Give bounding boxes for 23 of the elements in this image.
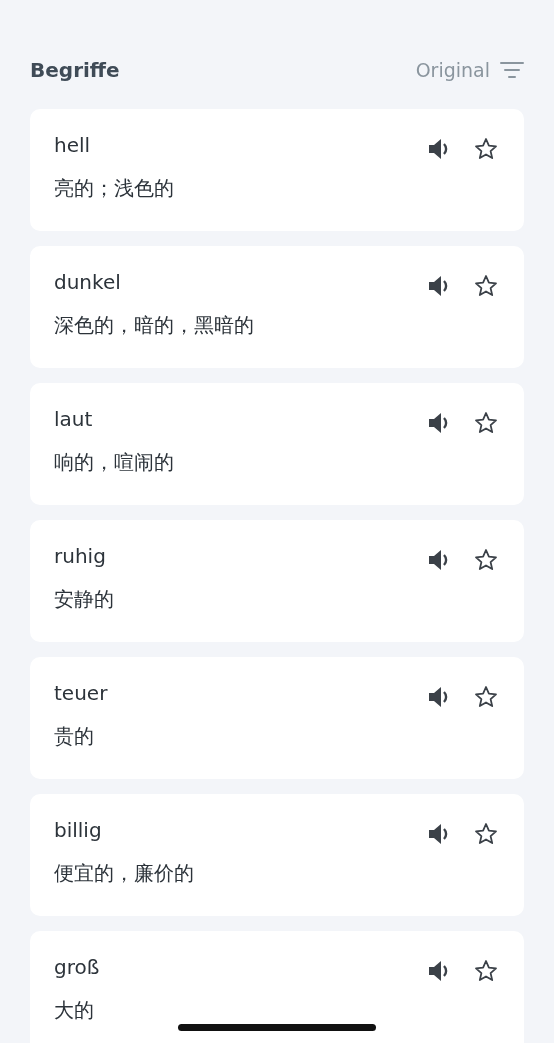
term-word: groß bbox=[54, 955, 100, 979]
term-card[interactable]: billig 便宜的，廉价的 bbox=[30, 794, 524, 916]
term-word: ruhig bbox=[54, 544, 107, 568]
term-word: laut bbox=[54, 407, 94, 431]
term-word: teuer bbox=[54, 681, 108, 705]
term-translation: 便宜的，廉价的 bbox=[54, 860, 194, 887]
term-card[interactable]: teuer 贵的 bbox=[30, 657, 524, 779]
term-translation: 大的 bbox=[54, 997, 95, 1024]
term-translation: 贵的 bbox=[54, 723, 95, 750]
section-title: Begriffe bbox=[30, 58, 120, 82]
term-card[interactable]: dunkel 深色的，暗的，黑暗的 bbox=[30, 246, 524, 368]
term-word: billig bbox=[54, 818, 103, 842]
term-card[interactable]: groß 大的 bbox=[30, 931, 524, 1043]
term-translation: 安静的 bbox=[54, 586, 114, 613]
term-translation: 深色的，暗的，黑暗的 bbox=[54, 312, 254, 339]
term-word: dunkel bbox=[54, 270, 122, 294]
filter-icon bbox=[500, 61, 524, 79]
term-translation: 响的，喧闹的 bbox=[54, 449, 174, 476]
term-card[interactable]: ruhig 安静的 bbox=[30, 520, 524, 642]
term-word: hell bbox=[54, 133, 92, 157]
term-translation: 亮的；浅色的 bbox=[54, 175, 174, 202]
term-card[interactable]: laut 响的，喧闹的 bbox=[30, 383, 524, 505]
term-card[interactable]: hell 亮的；浅色的 bbox=[30, 109, 524, 231]
